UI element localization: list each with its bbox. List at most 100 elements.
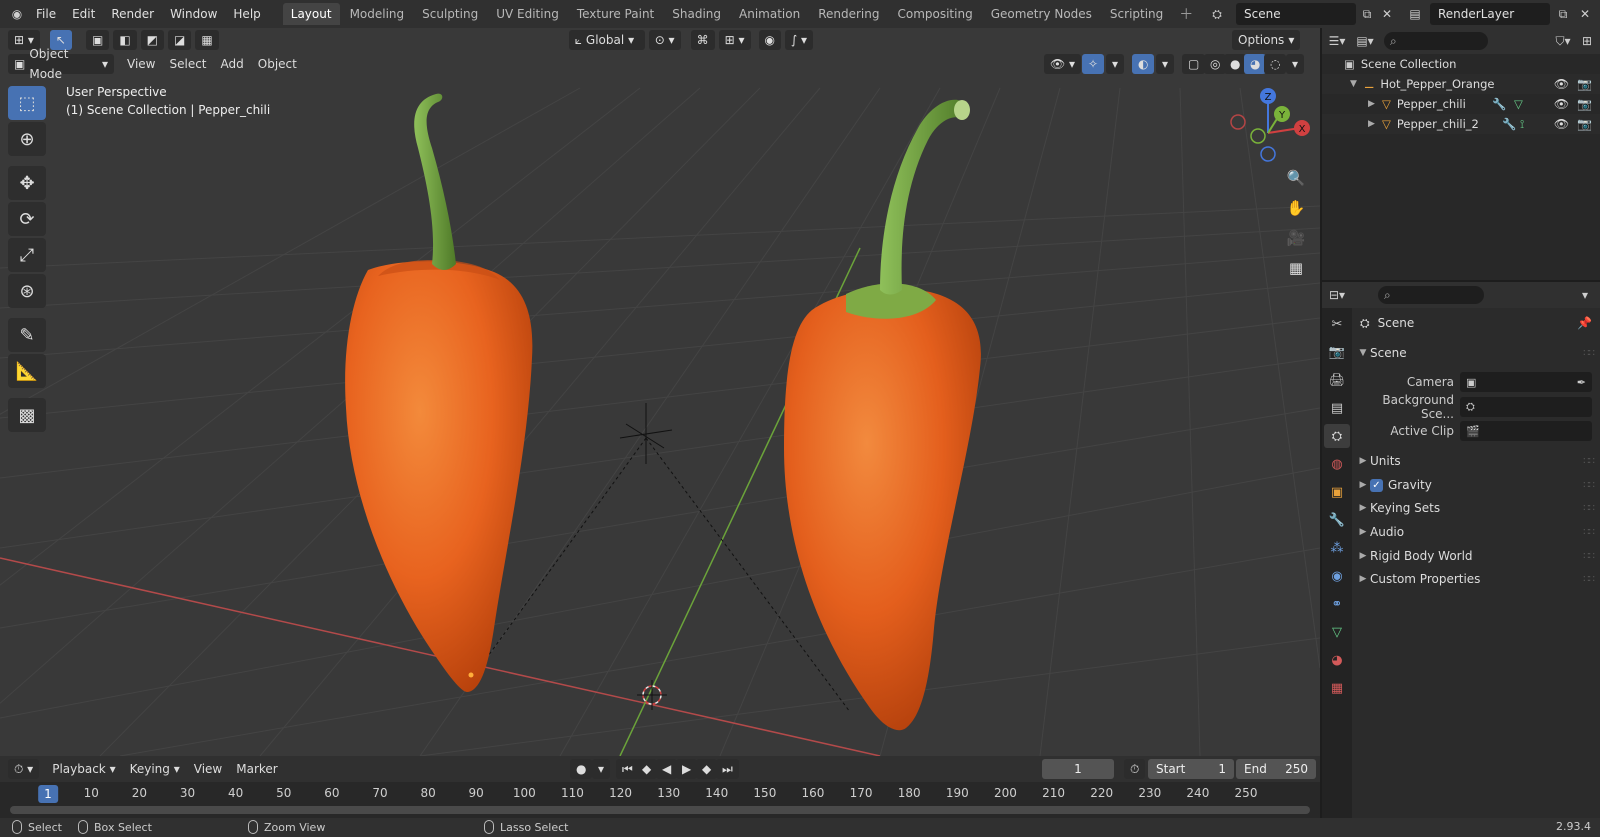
tab-texture-paint[interactable]: Texture Paint xyxy=(569,3,662,25)
viewport-menu-view[interactable]: View xyxy=(120,54,162,74)
eyedropper-icon[interactable]: ✒ xyxy=(1577,376,1586,389)
xray-toggle-button[interactable]: ▢ xyxy=(1182,54,1206,74)
menu-file[interactable]: File xyxy=(28,0,64,28)
properties-search-input[interactable]: ⌕ xyxy=(1378,286,1484,304)
eye-icon[interactable]: 👁 xyxy=(1554,117,1569,131)
snap-toggle-button[interactable]: ⌘ xyxy=(690,30,715,50)
display-mode-button[interactable]: ▤▾ xyxy=(1354,30,1376,52)
select-invert-button[interactable]: ◪ xyxy=(168,30,192,50)
drag-handle-icon[interactable]: ∷∷ xyxy=(1583,456,1595,467)
scene-selector-icon[interactable]: ⛭ xyxy=(1206,3,1228,25)
timeline-menu-playback[interactable]: Playback ▾ xyxy=(45,759,122,779)
properties-editor[interactable]: ⊟▾ ⌕ ▾ ✂ 📷 🖨 ▤ ⛭ ◍ ▣ 🔧 ⁂ ◉ ⚭ ▽ ◕ ▦ ⛭ Sce… xyxy=(1322,282,1600,818)
select-extend-button[interactable]: ◧ xyxy=(113,30,137,50)
timeline-editor-type-button[interactable]: ⏱ ▾ xyxy=(8,759,40,779)
duplicate-scene-icon[interactable]: ⧉ xyxy=(1356,3,1378,25)
timeline[interactable]: ⏱ ▾ Playback ▾ Keying ▾ View Marker ● ▾ … xyxy=(0,756,1320,818)
camera-icon[interactable]: 📷 xyxy=(1577,97,1592,111)
jump-keyframe-forward-button[interactable]: ◆ xyxy=(696,759,718,779)
measure-tool[interactable]: 📐 xyxy=(8,354,46,388)
tab-object[interactable]: ▣ xyxy=(1324,480,1350,504)
collapse-arrow-icon[interactable]: ▼ xyxy=(1350,79,1362,89)
overlay-toggle-button[interactable]: ◐ xyxy=(1132,54,1155,74)
viewport-menu-add[interactable]: Add xyxy=(214,54,251,74)
camera-icon[interactable]: 📷 xyxy=(1577,117,1592,131)
outliner-search-input[interactable]: ⌕ xyxy=(1384,32,1488,50)
rotate-tool[interactable]: ⟳ xyxy=(8,202,46,236)
panel-custom-properties-header[interactable]: ▶ Custom Properties ∷∷ xyxy=(1352,568,1600,590)
outliner-editor-type-button[interactable]: ☰▾ xyxy=(1326,30,1348,52)
proportional-falloff-dropdown[interactable]: ∫ ▾ xyxy=(784,30,814,50)
scale-tool[interactable]: ⤢ xyxy=(8,238,46,272)
tab-texture[interactable]: ▦ xyxy=(1324,676,1350,700)
tab-layout[interactable]: Layout xyxy=(282,3,340,25)
blender-logo-icon[interactable]: ◉ xyxy=(6,3,28,25)
drag-handle-icon[interactable]: ∷∷ xyxy=(1583,348,1595,359)
perspective-toggle-button[interactable]: ▦ xyxy=(1282,254,1310,282)
menu-window[interactable]: Window xyxy=(162,0,225,28)
duplicate-layer-icon[interactable]: ⧉ xyxy=(1552,3,1574,25)
tab-compositing[interactable]: Compositing xyxy=(889,3,980,25)
current-frame-indicator[interactable]: 1 xyxy=(38,785,58,803)
mesh-data-icon[interactable]: ⟟ xyxy=(1520,117,1524,132)
play-reverse-button[interactable]: ◀ xyxy=(656,759,678,779)
timeline-menu-view[interactable]: View xyxy=(187,759,229,779)
camera-icon[interactable]: 📷 xyxy=(1577,77,1592,91)
pivot-point-dropdown[interactable]: ⊙ ▾ xyxy=(648,30,681,50)
tab-output[interactable]: 🖨 xyxy=(1324,368,1350,392)
drag-handle-icon[interactable]: ∷∷ xyxy=(1583,551,1595,562)
select-subtract-button[interactable]: ◩ xyxy=(140,30,164,50)
filter-icon[interactable]: ⛉▾ xyxy=(1552,30,1574,52)
delete-layer-icon[interactable]: ✕ xyxy=(1574,3,1596,25)
tab-geometry-nodes[interactable]: Geometry Nodes xyxy=(983,3,1100,25)
tab-modeling[interactable]: Modeling xyxy=(342,3,413,25)
gizmo-toggle-button[interactable]: ✧ xyxy=(1082,54,1105,74)
zoom-view-button[interactable]: 🔍 xyxy=(1282,164,1310,192)
jump-keyframe-back-button[interactable]: ◆ xyxy=(636,759,658,779)
tab-uv-editing[interactable]: UV Editing xyxy=(488,3,567,25)
gravity-checkbox[interactable]: ✓ xyxy=(1370,478,1383,492)
view-layer-icon[interactable]: ▤ xyxy=(1404,3,1426,25)
3d-cursor[interactable] xyxy=(637,680,667,710)
tab-world[interactable]: ◍ xyxy=(1324,452,1350,476)
annotate-tool[interactable]: ✎ xyxy=(8,318,46,352)
outliner-row-collection[interactable]: ▼ ⚊ Hot_Pepper_Orange 👁 📷 xyxy=(1322,74,1600,94)
background-scene-field[interactable]: ⛭ xyxy=(1460,397,1592,417)
viewport-scene[interactable]: Z X Y xyxy=(0,28,1320,756)
visibility-dropdown[interactable]: 👁 ▾ xyxy=(1044,54,1082,74)
tab-view-layer[interactable]: ▤ xyxy=(1324,396,1350,420)
camera-view-button[interactable]: 🎥 xyxy=(1282,224,1310,252)
tab-animation[interactable]: Animation xyxy=(731,3,808,25)
proportional-edit-button[interactable]: ◉ xyxy=(758,30,781,50)
transform-orientation-dropdown[interactable]: ⟀ Global ▾ xyxy=(568,30,645,50)
active-clip-field[interactable]: 🎬 xyxy=(1460,421,1592,441)
modifier-icon[interactable]: 🔧 xyxy=(1502,117,1516,131)
viewport-menu-select[interactable]: Select xyxy=(162,54,213,74)
snap-target-dropdown[interactable]: ⊞ ▾ xyxy=(718,30,751,50)
mesh-data-icon[interactable]: ▽ xyxy=(1514,97,1523,111)
keying-set-dropdown[interactable]: ▾ xyxy=(592,759,611,779)
auto-keying-button[interactable]: ● xyxy=(570,759,593,779)
timeline-menu-keying[interactable]: Keying ▾ xyxy=(123,759,187,779)
transform-tool[interactable]: ⊛ xyxy=(8,274,46,308)
drag-handle-icon[interactable]: ∷∷ xyxy=(1583,574,1595,585)
camera-field[interactable]: ▣ ✒ xyxy=(1460,372,1592,392)
tab-physics[interactable]: ◉ xyxy=(1324,564,1350,588)
jump-end-button[interactable]: ⏭ xyxy=(716,759,739,779)
gizmo-dropdown[interactable]: ▾ xyxy=(1106,54,1125,74)
tab-modifiers[interactable]: 🔧 xyxy=(1324,508,1350,532)
shading-dropdown[interactable]: ▾ xyxy=(1286,54,1305,74)
play-button[interactable]: ▶ xyxy=(676,759,698,779)
move-tool[interactable]: ✥ xyxy=(8,166,46,200)
select-box-tool[interactable]: ⬚ xyxy=(8,86,46,120)
expand-arrow-icon[interactable]: ▶ xyxy=(1368,119,1380,129)
pan-view-button[interactable]: ✋ xyxy=(1282,194,1310,222)
panel-rigid-body-header[interactable]: ▶ Rigid Body World ∷∷ xyxy=(1352,545,1600,567)
overlay-dropdown[interactable]: ▾ xyxy=(1156,54,1175,74)
tab-constraints[interactable]: ⚭ xyxy=(1324,592,1350,616)
tab-rendering[interactable]: Rendering xyxy=(810,3,887,25)
eye-icon[interactable]: 👁 xyxy=(1554,97,1569,111)
properties-editor-type-button[interactable]: ⊟▾ xyxy=(1326,284,1348,306)
object-mode-dropdown[interactable]: ▣ Object Mode ▾ xyxy=(8,47,114,81)
timeline-menu-marker[interactable]: Marker xyxy=(229,759,284,779)
